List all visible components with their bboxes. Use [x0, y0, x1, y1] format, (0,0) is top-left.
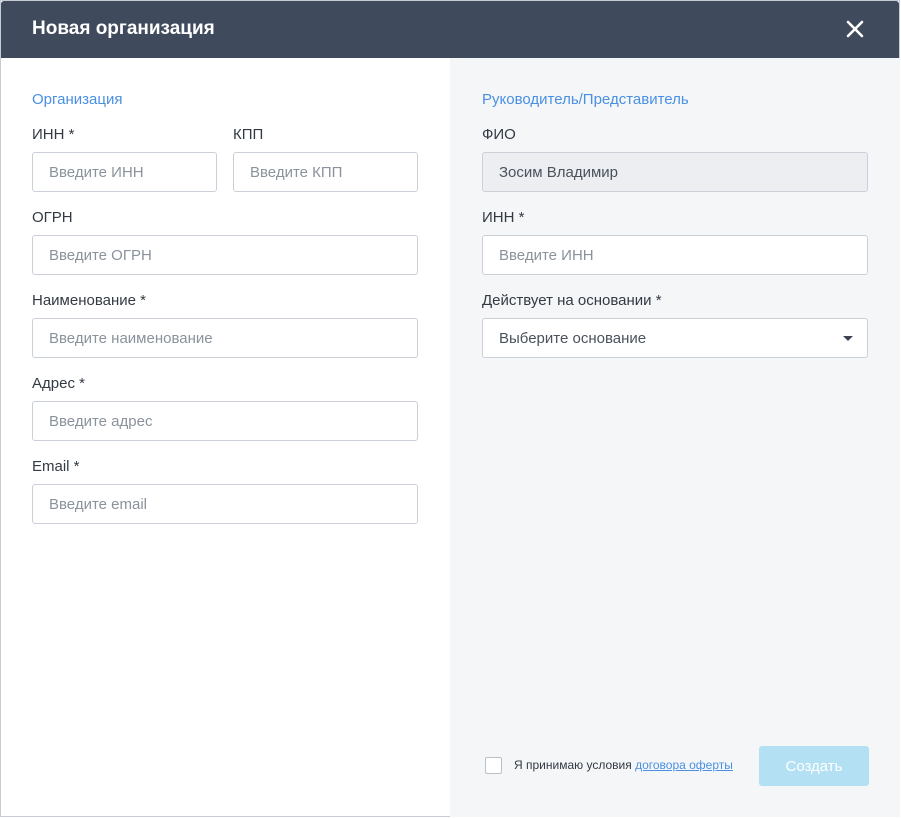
basis-select[interactable]: Выберите основание: [482, 318, 868, 358]
name-label: Наименование *: [32, 292, 146, 309]
offer-contract-link[interactable]: договора оферты: [635, 758, 733, 772]
agree-text-prefix: Я принимаю условия: [514, 758, 636, 772]
rep-inn-input[interactable]: [482, 235, 868, 275]
representative-section-title: Руководитель/Представитель: [482, 91, 689, 108]
create-button[interactable]: Создать: [759, 746, 869, 786]
email-label: Email *: [32, 458, 80, 475]
rep-inn-label: ИНН *: [482, 209, 525, 226]
org-inn-label: ИНН *: [32, 126, 75, 143]
agree-text: Я принимаю условия договора оферты: [514, 758, 733, 772]
kpp-input[interactable]: [233, 152, 418, 192]
basis-label: Действует на основании *: [482, 292, 662, 309]
fio-label: ФИО: [482, 126, 516, 143]
name-input[interactable]: [32, 318, 418, 358]
agree-checkbox[interactable]: [485, 757, 502, 774]
ogrn-input[interactable]: [32, 235, 418, 275]
fio-field: [482, 152, 868, 192]
dialog-header: Новая организация: [1, 1, 899, 58]
dialog-title: Новая организация: [32, 18, 215, 39]
new-organization-dialog: Новая организация Организация ИНН * КПП …: [0, 0, 900, 817]
organization-section-title: Организация: [32, 91, 123, 108]
close-button[interactable]: [844, 18, 866, 40]
ogrn-label: ОГРН: [32, 209, 73, 226]
chevron-down-icon: [843, 336, 853, 341]
basis-select-value: Выберите основание: [499, 330, 647, 347]
org-inn-input[interactable]: [32, 152, 217, 192]
address-input[interactable]: [32, 401, 418, 441]
address-label: Адрес *: [32, 375, 85, 392]
kpp-label: КПП: [233, 126, 264, 143]
close-icon: [846, 20, 864, 38]
email-input[interactable]: [32, 484, 418, 524]
